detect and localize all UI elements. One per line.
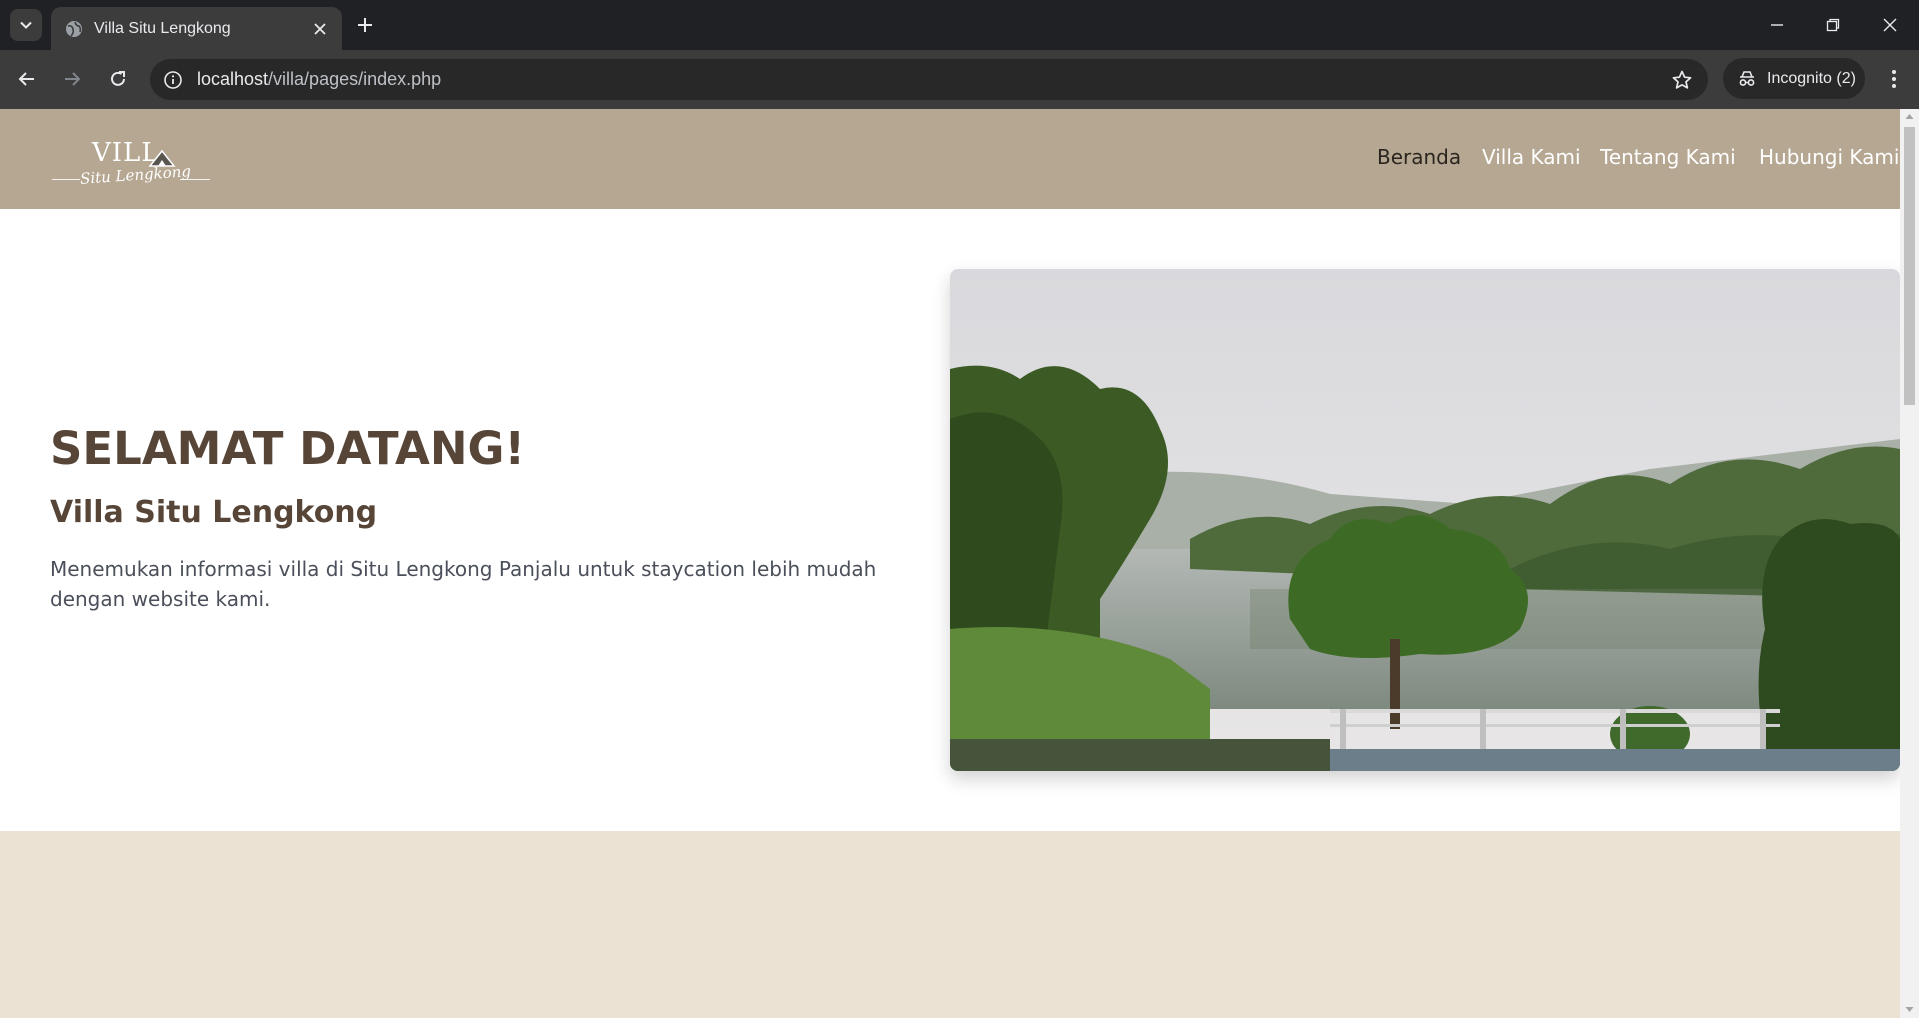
logo-divider [52, 179, 80, 180]
tab-search-button[interactable] [10, 9, 42, 41]
page-scrollbar[interactable] [1900, 109, 1919, 1018]
tab-title: Villa Situ Lengkong [94, 19, 231, 37]
nav-hubungi-kami[interactable]: Hubungi Kami [1759, 145, 1899, 169]
browser-menu-button[interactable] [1880, 64, 1908, 94]
url-text: localhost/villa/pages/index.php [197, 69, 442, 89]
site-header: VILL Situ Lengkong Beranda Villa Kami Te… [0, 109, 1900, 209]
hero-lake-photo [950, 269, 1900, 771]
incognito-icon [1739, 70, 1755, 86]
restore-icon [1826, 18, 1840, 32]
chevron-down-icon [20, 21, 32, 29]
hero-title: SELAMAT DATANG! [50, 422, 525, 475]
nav-beranda[interactable]: Beranda [1377, 145, 1461, 169]
minimize-button[interactable] [1763, 12, 1791, 38]
arrow-right-icon [65, 72, 81, 86]
restore-button[interactable] [1819, 12, 1847, 38]
site-info-icon[interactable] [162, 69, 184, 91]
close-tab-icon[interactable] [310, 19, 330, 39]
incognito-indicator[interactable]: Incognito (2) [1723, 58, 1865, 99]
reload-icon [111, 71, 125, 86]
address-bar[interactable]: localhost/villa/pages/index.php [150, 59, 1708, 100]
close-window-button[interactable] [1876, 12, 1904, 38]
scroll-up-icon[interactable] [1905, 113, 1914, 120]
logo-divider [180, 179, 210, 180]
scroll-down-icon[interactable] [1905, 1006, 1914, 1013]
globe-icon [65, 20, 83, 38]
plus-icon [358, 18, 372, 32]
close-icon [1883, 18, 1897, 32]
beige-section [0, 831, 1900, 1018]
more-vert-icon [1892, 70, 1896, 88]
hero-subtitle: Villa Situ Lengkong [50, 495, 378, 530]
nav-villa-kami[interactable]: Villa Kami [1482, 145, 1581, 169]
scroll-thumb[interactable] [1904, 127, 1915, 405]
back-button[interactable] [11, 63, 43, 95]
page: VILL Situ Lengkong Beranda Villa Kami Te… [0, 109, 1900, 1018]
forward-button[interactable] [56, 63, 88, 95]
hero-description: Menemukan informasi villa di Situ Lengko… [50, 557, 877, 611]
bookmark-star-icon[interactable] [1670, 68, 1694, 92]
tab-strip: Villa Situ Lengkong [0, 0, 1919, 50]
nav-tentang-kami[interactable]: Tentang Kami [1600, 145, 1736, 169]
new-tab-button[interactable] [352, 12, 378, 38]
incognito-label: Incognito (2) [1767, 69, 1856, 87]
browser-tab[interactable]: Villa Situ Lengkong [51, 7, 342, 50]
reload-button[interactable] [102, 63, 134, 95]
site-logo[interactable]: VILL Situ Lengkong [52, 134, 212, 192]
minimize-icon [1771, 24, 1783, 26]
page-viewport: VILL Situ Lengkong Beranda Villa Kami Te… [0, 109, 1919, 1018]
arrow-left-icon [18, 72, 34, 86]
